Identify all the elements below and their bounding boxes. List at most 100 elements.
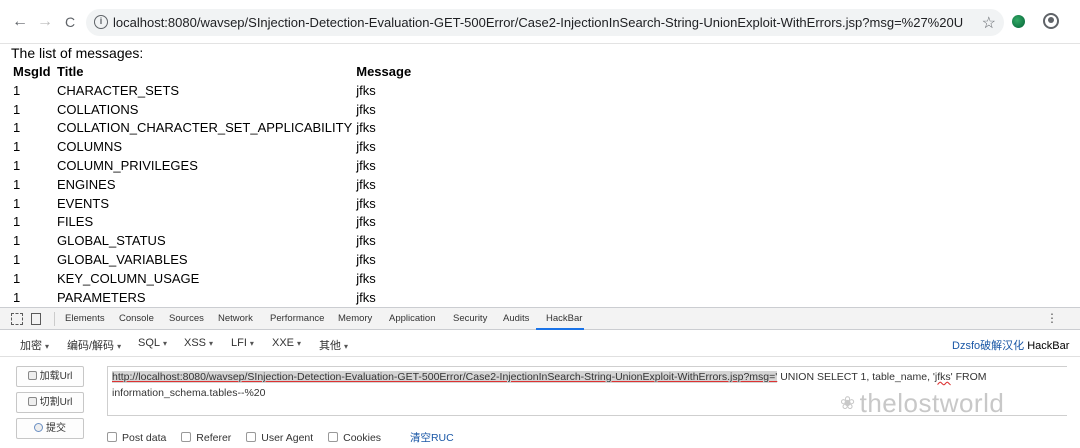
credit-link[interactable]: Dzsfo破解汉化 [952,340,1024,352]
menu-xss[interactable]: XSS ▾ [184,337,213,349]
table-row: 1 COLLATIONS jfks [11,100,413,119]
checkbox[interactable] [107,432,117,442]
cell-message: jfks [356,158,376,174]
wechat-icon: ❀ [840,393,856,413]
table-body: 1 CHARACTER_SETS jfks 1 COLLATIONS jfks 1 COLLA… [11,81,413,306]
url-payload-line2: information_schema.tables--%20 [112,387,266,399]
execute-button[interactable]: 提交 [16,418,84,439]
back-arrow-icon[interactable]: ← [11,13,29,31]
cell-message: jfks [356,270,376,286]
more-options-icon[interactable]: ⋮ [1046,311,1058,325]
tab-hackbar[interactable]: HackBar [546,313,582,324]
table-row: 1 CHARACTER_SETS jfks [11,81,413,100]
tab-memory[interactable]: Memory [338,313,372,324]
reload-icon[interactable]: C [61,13,79,31]
cell-msgid: 1 [13,233,21,249]
watermark: ❀ thelostworld [840,388,1005,418]
cookies-option[interactable]: Cookies [328,432,381,444]
cell-title: PARAMETERS [57,289,146,305]
chevron-down-icon: ▾ [45,342,50,351]
browser-toolbar: ← → C i localhost:8080/wavsep/SInjection… [0,0,1080,44]
column-header-title: Title [57,64,84,79]
column-header-msgid: MsgId [13,64,51,79]
cell-message: jfks [356,176,376,192]
menu-xxe[interactable]: XXE ▾ [272,337,301,349]
user-agent-option[interactable]: User Agent [246,432,313,444]
menu-encrypt[interactable]: 加密 ▾ [20,337,49,353]
split-url-button[interactable]: 切割Url [16,392,84,413]
profile-avatar-icon[interactable] [1043,13,1059,29]
load-icon [27,371,37,380]
cell-title: COLUMNS [57,139,123,155]
tab-elements[interactable]: Elements [65,313,105,324]
cell-msgid: 1 [13,158,21,174]
devtools-tab-bar: Elements Console Sources Network Perform… [0,308,1080,330]
cell-message: jfks [356,120,376,136]
chevron-down-icon: ▾ [163,339,168,348]
extension-icon[interactable] [1012,15,1025,28]
cell-title: KEY_COLUMN_USAGE [57,270,200,286]
cell-msgid: 1 [13,101,21,117]
cell-msgid: 1 [13,195,21,211]
tab-security[interactable]: Security [453,313,487,324]
active-tab-indicator [536,328,584,330]
execute-icon [34,423,43,432]
tab-console[interactable]: Console [119,313,154,324]
cell-message: jfks [356,101,376,117]
referer-option[interactable]: Referer [181,432,231,444]
inspect-element-icon[interactable] [11,313,23,325]
address-url[interactable]: localhost:8080/wavsep/SInjection-Detecti… [113,15,963,30]
menu-encode-decode[interactable]: 编码/解码 ▾ [67,337,121,353]
chevron-down-icon: ▾ [297,339,302,348]
tab-application[interactable]: Application [389,313,435,324]
table-row: 1 GLOBAL_STATUS jfks [11,231,413,250]
clear-ruc-link[interactable]: 清空RUC [410,432,454,444]
hackbar-options: Post data Referer User Agent Cookies 清空R… [107,430,454,444]
cell-msgid: 1 [13,120,21,136]
checkbox[interactable] [181,432,192,442]
menu-lfi[interactable]: LFI ▾ [231,337,254,349]
page-content: The list of messages: MsgId Title Messag… [11,44,1071,306]
table-row: 1 FILES jfks [11,213,413,232]
cell-title: COLLATION_CHARACTER_SET_APPLICABILITY [57,120,353,136]
cell-title: FILES [57,214,94,230]
cell-message: jfks [356,195,376,211]
checkbox[interactable] [246,432,257,442]
cell-message: jfks [356,139,376,155]
cell-message: jfks [356,289,376,305]
info-icon[interactable]: i [94,15,108,29]
cell-title: ENGINES [57,176,116,192]
device-toolbar-icon[interactable] [31,313,41,325]
page-intro: The list of messages: [11,45,144,61]
tab-audits[interactable]: Audits [503,313,529,324]
messages-table: MsgId Title Message 1 CHARACTER_SETS jfks 1… [11,62,413,306]
cell-msgid: 1 [13,252,21,268]
post-data-option[interactable]: Post data [107,432,166,444]
tab-sources[interactable]: Sources [169,313,204,324]
chevron-down-icon: ▾ [209,339,214,348]
url-payload-end: ' FROM [950,371,987,383]
table-row: 1 COLUMN_PRIVILEGES jfks [11,156,413,175]
chevron-down-icon: ▾ [344,342,349,351]
forward-arrow-icon[interactable]: → [36,13,54,31]
split-icon [27,397,37,406]
checkbox[interactable] [328,432,339,442]
cell-msgid: 1 [13,176,21,192]
devtools-panel: Elements Console Sources Network Perform… [0,307,1080,448]
cell-title: GLOBAL_STATUS [57,233,166,249]
chevron-down-icon: ▾ [117,342,122,351]
address-bar[interactable]: i localhost:8080/wavsep/SInjection-Detec… [86,9,1004,36]
table-row: 1 GLOBAL_VARIABLES jfks [11,250,413,269]
hackbar-credit: Dzsfo破解汉化 HackBar [952,337,1069,353]
column-header-message: Message [356,64,412,79]
menu-other[interactable]: 其他 ▾ [319,337,348,353]
tab-performance[interactable]: Performance [270,313,324,324]
bookmark-star-icon[interactable]: ☆ [982,13,996,33]
cell-message: jfks [356,82,376,98]
menu-sql[interactable]: SQL ▾ [138,337,167,349]
cell-msgid: 1 [13,82,21,98]
tab-network[interactable]: Network [218,313,253,324]
load-url-button[interactable]: 加载Url [16,366,84,387]
url-selected-text: http://localhost:8080/wavsep/SInjection-… [112,371,778,383]
url-payload: UNION SELECT 1, table_name, ' [777,371,935,383]
